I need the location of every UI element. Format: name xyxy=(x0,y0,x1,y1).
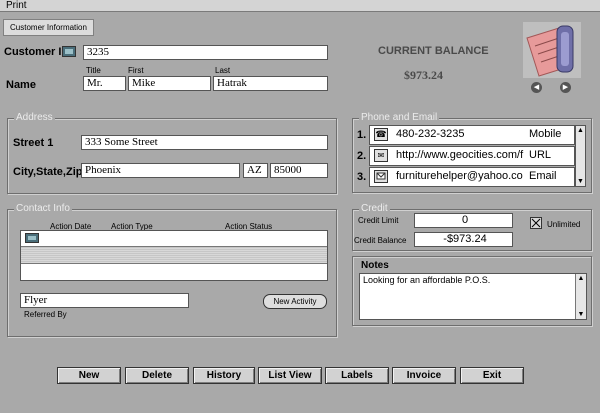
last-name-field[interactable]: Hatrak xyxy=(213,76,328,91)
credit-limit-label: Credit Limit xyxy=(358,216,399,225)
contact-value: furniturehelper@yahoo.co xyxy=(396,170,523,182)
credit-legend: Credit xyxy=(359,203,390,214)
phone-email-row[interactable]: 1. ☎ 480-232-3235 Mobile xyxy=(355,124,575,146)
customer-id-label: Customer ID xyxy=(4,46,70,58)
scroll-up-icon[interactable]: ▲ xyxy=(576,274,586,283)
first-name-field[interactable]: Mike xyxy=(128,76,211,91)
unlimited-checkbox[interactable] xyxy=(530,217,542,229)
labels-button[interactable]: Labels xyxy=(325,367,389,384)
notes-label: Notes xyxy=(361,260,389,271)
credit-limit-field[interactable]: 0 xyxy=(414,213,513,228)
notes-textarea[interactable]: Looking for an affordable P.O.S. xyxy=(359,273,587,320)
zip-field[interactable]: 85000 xyxy=(270,163,328,178)
id-card-icon[interactable] xyxy=(62,46,76,57)
street-label: Street 1 xyxy=(13,137,54,149)
next-record-icon[interactable]: ▶ xyxy=(560,82,571,93)
phone-graphic-icon xyxy=(523,22,581,78)
tab-customer-information[interactable]: Customer Information xyxy=(3,19,94,36)
phone-email-scrollbar[interactable]: ▲ ▼ xyxy=(575,125,586,187)
activity-card-icon xyxy=(25,233,39,243)
list-item[interactable] xyxy=(21,264,327,280)
title-label: Title xyxy=(86,66,101,75)
list-view-button[interactable]: List View xyxy=(258,367,322,384)
phone-icon: ☎ xyxy=(374,128,388,141)
menu-print[interactable]: Print xyxy=(6,0,27,11)
scroll-down-icon[interactable]: ▼ xyxy=(576,177,585,186)
notes-text: Looking for an affordable P.O.S. xyxy=(363,275,491,285)
unlimited-label: Unlimited xyxy=(547,220,581,229)
history-button[interactable]: History xyxy=(193,367,255,384)
city-field[interactable]: Phoenix xyxy=(81,163,240,178)
row-number: 1. xyxy=(357,129,367,141)
delete-button[interactable]: Delete xyxy=(125,367,189,384)
new-activity-button[interactable]: New Activity xyxy=(263,294,327,309)
referred-by-field[interactable]: Flyer xyxy=(20,293,189,308)
scroll-up-icon[interactable]: ▲ xyxy=(576,126,585,135)
last-label: Last xyxy=(215,66,231,75)
contact-type: URL xyxy=(529,149,552,161)
contact-type: Mobile xyxy=(529,128,562,140)
credit-balance-field: -$973.24 xyxy=(414,232,513,247)
credit-balance-label: Credit Balance xyxy=(354,236,407,245)
phone-email-row[interactable]: 2. ✉ http://www.geocities.com/f URL xyxy=(355,145,575,167)
scroll-down-icon[interactable]: ▼ xyxy=(576,310,586,319)
activity-list[interactable] xyxy=(20,230,328,281)
exit-button[interactable]: Exit xyxy=(460,367,524,384)
phone-email-list: 1. ☎ 480-232-3235 Mobile 2. ✉ http://www… xyxy=(355,124,575,188)
phone-email-row[interactable]: 3. furniturehelper@yahoo.co Email xyxy=(355,166,575,188)
city-state-zip-label: City,State,Zip xyxy=(13,166,83,178)
url-icon: ✉ xyxy=(374,149,388,162)
customer-id-field[interactable]: 3235 xyxy=(83,45,328,60)
invoice-button[interactable]: Invoice xyxy=(392,367,456,384)
contact-type: Email xyxy=(529,170,557,182)
contact-info-legend: Contact Info xyxy=(14,203,72,214)
name-label: Name xyxy=(6,79,36,91)
list-item[interactable] xyxy=(21,231,327,247)
email-icon xyxy=(374,170,388,183)
checkmark-x-icon xyxy=(531,218,541,228)
new-button[interactable]: New xyxy=(57,367,121,384)
street-field[interactable]: 333 Some Street xyxy=(81,135,328,150)
contact-value: http://www.geocities.com/f xyxy=(396,149,524,161)
contact-value: 480-232-3235 xyxy=(396,128,465,140)
notes-scrollbar[interactable]: ▲ ▼ xyxy=(575,274,586,319)
address-group xyxy=(7,118,337,194)
first-label: First xyxy=(128,66,144,75)
address-legend: Address xyxy=(14,112,55,123)
row-number: 3. xyxy=(357,171,367,183)
phone-email-legend: Phone and Email xyxy=(359,112,440,123)
current-balance-value: $973.24 xyxy=(404,68,443,82)
title-field[interactable]: Mr. xyxy=(83,76,126,91)
row-number: 2. xyxy=(357,150,367,162)
state-field[interactable]: AZ xyxy=(243,163,268,178)
referred-by-label: Referred By xyxy=(24,310,67,319)
current-balance-label: CURRENT BALANCE xyxy=(378,45,489,57)
list-item[interactable] xyxy=(21,247,327,264)
menu-bar: Print xyxy=(0,0,600,12)
previous-record-icon[interactable]: ◀ xyxy=(531,82,542,93)
